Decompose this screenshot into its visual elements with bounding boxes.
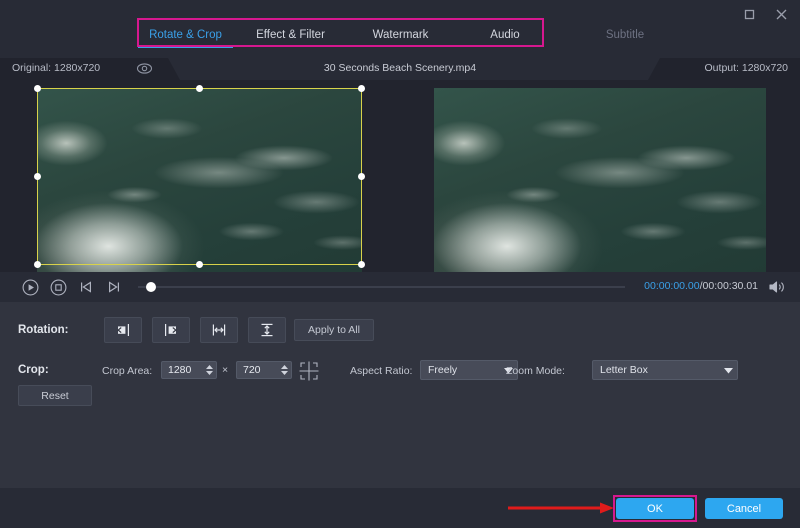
crop-handle-top-left[interactable] [34,85,41,92]
tab-audio[interactable]: Audio [480,21,530,48]
crop-handle-top-right[interactable] [358,85,365,92]
seek-slider-handle[interactable] [146,282,156,292]
aspect-ratio-dropdown[interactable]: Freely [420,360,518,380]
ok-button[interactable]: OK [616,498,694,519]
crop-width-stepper[interactable] [202,362,216,378]
rotate-right-button[interactable] [152,317,190,343]
video-editor-window: Rotate & Crop Effect & Filter Watermark … [0,0,800,528]
total-time-label: /00:00:30.01 [700,280,758,292]
crop-row-label: Crop: [18,364,49,376]
apply-to-all-button[interactable]: Apply to All [294,319,374,341]
crop-center-icon[interactable] [298,360,320,382]
file-name-label: 30 Seconds Beach Scenery.mp4 [0,62,800,74]
crop-width-value: 1280 [162,364,202,376]
crop-selection-frame[interactable] [37,88,362,265]
flip-vertical-button[interactable] [248,317,286,343]
chevron-down-icon [719,367,737,374]
rotate-left-button[interactable] [104,317,142,343]
crop-area-label: Crop Area: [102,365,152,377]
preview-panes [0,80,800,272]
tab-watermark[interactable]: Watermark [358,21,443,48]
rotation-row-label: Rotation: [18,324,68,336]
zoom-mode-label: Zoom Mode: [506,365,565,377]
crop-handle-bottom-left[interactable] [34,261,41,268]
current-time-label: 00:00:00.00 [644,280,699,292]
previous-frame-icon[interactable] [74,275,98,299]
eye-icon[interactable] [136,61,153,76]
zoom-mode-dropdown[interactable]: Letter Box [592,360,738,380]
flip-horizontal-button[interactable] [200,317,238,343]
tab-effect-and-filter[interactable]: Effect & Filter [243,21,338,48]
play-icon[interactable] [18,275,42,299]
reset-button[interactable]: Reset [18,385,92,406]
seek-slider[interactable] [138,286,625,288]
preview-header-strip: 30 Seconds Beach Scenery.mp4 Original: 1… [0,58,800,80]
transport-bar: 00:00:00.00/00:00:30.01 [0,272,800,302]
annotation-arrow [508,501,614,515]
crop-handle-bottom-center[interactable] [196,261,203,268]
tab-subtitle[interactable]: Subtitle [592,21,658,48]
crop-handle-bottom-right[interactable] [358,261,365,268]
tab-bar: Rotate & Crop Effect & Filter Watermark … [0,21,800,48]
cancel-button[interactable]: Cancel [705,498,783,519]
crop-handle-middle-left[interactable] [34,173,41,180]
output-preview-pane[interactable] [400,80,800,272]
timecode-display: 00:00:00.00/00:00:30.01 [644,280,758,292]
crop-width-input[interactable]: 1280 [161,361,217,379]
aspect-ratio-label: Aspect Ratio: [350,365,412,377]
output-video-frame [434,88,766,272]
volume-icon[interactable] [768,279,786,295]
output-resolution-label: Output: 1280x720 [705,62,788,74]
source-preview-pane[interactable] [0,80,400,272]
active-tab-underline [138,46,233,48]
tab-rotate-and-crop[interactable]: Rotate & Crop [138,21,233,48]
original-resolution-label: Original: 1280x720 [12,62,100,74]
crop-height-stepper[interactable] [277,362,291,378]
crop-dimension-separator: × [222,364,228,376]
crop-height-input[interactable]: 720 [236,361,292,379]
aspect-ratio-value: Freely [421,364,499,376]
stop-icon[interactable] [46,275,70,299]
zoom-mode-value: Letter Box [593,364,719,376]
crop-handle-middle-right[interactable] [358,173,365,180]
next-frame-icon[interactable] [102,275,126,299]
crop-handle-top-center[interactable] [196,85,203,92]
crop-height-value: 720 [237,364,277,376]
